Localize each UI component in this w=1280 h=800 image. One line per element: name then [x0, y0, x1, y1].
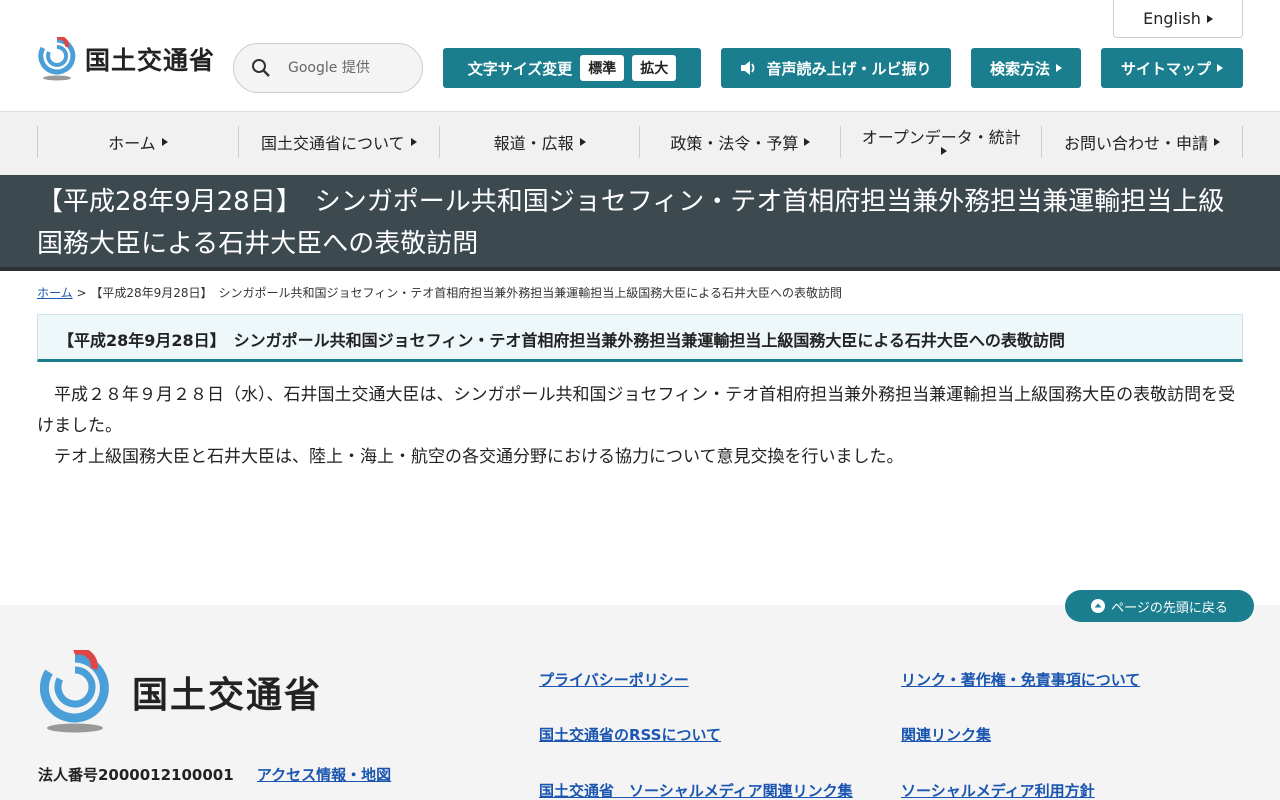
nav-item-opendata[interactable]: オープンデータ・統計 — [840, 126, 1041, 158]
page-title: 【平成28年9月28日】 シンガポール共和国ジョセフィン・テオ首相府担当兼外務担… — [37, 187, 1225, 259]
arrow-right-icon — [161, 138, 168, 146]
font-size-control: 文字サイズ変更 標準 拡大 — [443, 48, 701, 88]
arrow-right-icon — [1056, 64, 1062, 72]
footer-logo-text: 国土交通省 — [132, 675, 323, 716]
nav-item-home[interactable]: ホーム — [37, 126, 238, 158]
speaker-icon — [741, 61, 755, 75]
search-icon[interactable] — [234, 43, 288, 93]
footer-link-related[interactable]: 関連リンク集 — [901, 724, 991, 745]
nav-item-about[interactable]: 国土交通省について — [237, 126, 439, 158]
nav-item-label: 報道・広報 — [493, 134, 574, 153]
footer-link-social-links[interactable]: 国土交通省 ソーシャルメディア関連リンク集 — [539, 780, 853, 800]
nav-item-label: 国土交通省について — [260, 134, 405, 153]
page-top-label: ページの先頭に戻る — [1111, 600, 1228, 616]
mlit-logo-icon — [38, 37, 76, 81]
article-paragraph: 平成２８年９月２８日（水）、石井国土交通大臣は、シンガポール共和国ジョセフィン・… — [37, 385, 1236, 436]
english-link[interactable]: English — [1113, 0, 1243, 38]
breadcrumb-separator: > — [76, 286, 87, 300]
nav-item-label: オープンデータ・統計 — [861, 128, 1021, 147]
nav-item-label: 政策・法令・予算 — [670, 134, 799, 153]
arrow-right-icon — [941, 147, 948, 155]
search-input[interactable] — [288, 60, 408, 76]
article-heading: 【平成28年9月28日】 シンガポール共和国ジョセフィン・テオ首相府担当兼外務担… — [58, 331, 1065, 350]
page-top-button[interactable]: ページの先頭に戻る — [1065, 590, 1254, 622]
font-size-standard-button[interactable]: 標準 — [580, 55, 625, 81]
font-size-large-button[interactable]: 拡大 — [632, 55, 677, 81]
breadcrumb: ホーム > 【平成28年9月28日】 シンガポール共和国ジョセフィン・テオ首相府… — [37, 284, 842, 301]
arrow-up-circle-icon — [1091, 599, 1106, 613]
arrow-right-icon — [579, 138, 586, 146]
breadcrumb-home-link[interactable]: ホーム — [37, 286, 73, 300]
english-label: English — [1143, 9, 1201, 28]
nav-item-label: ホーム — [108, 134, 156, 153]
nav-item-policy[interactable]: 政策・法令・予算 — [639, 126, 840, 158]
search-method-label: 検索方法 — [989, 59, 1050, 78]
site-search — [233, 43, 423, 93]
footer-link-copyright[interactable]: リンク・著作権・免責事項について — [901, 669, 1140, 690]
corporate-info: 法人番号2000012100001 アクセス情報・地図 — [38, 764, 391, 785]
breadcrumb-current: 【平成28年9月28日】 シンガポール共和国ジョセフィン・テオ首相府担当兼外務担… — [90, 286, 842, 300]
search-method-button[interactable]: 検索方法 — [971, 48, 1081, 88]
article-paragraph: テオ上級国務大臣と石井大臣は、陸上・海上・航空の各交通分野における協力について意… — [54, 447, 904, 467]
footer-link-rss[interactable]: 国土交通省のRSSについて — [539, 724, 721, 745]
voice-ruby-button[interactable]: 音声読み上げ・ルビ振り — [721, 48, 951, 88]
nav-item-label: お問い合わせ・申請 — [1064, 134, 1209, 153]
arrow-right-icon — [1214, 138, 1221, 146]
sitemap-button[interactable]: サイトマップ — [1101, 48, 1243, 88]
site-logo[interactable]: 国土交通省 — [37, 37, 215, 81]
page-title-band: 【平成28年9月28日】 シンガポール共和国ジョセフィン・テオ首相府担当兼外務担… — [0, 175, 1280, 271]
nav-item-contact[interactable]: お問い合わせ・申請 — [1041, 126, 1243, 158]
site-header: 国土交通省 English 文字サイズ変更 標準 拡大 音声読み上げ・ルビ振り … — [0, 0, 1280, 112]
font-size-label: 文字サイズ変更 — [467, 59, 573, 78]
access-map-link[interactable]: アクセス情報・地図 — [257, 766, 391, 784]
arrow-right-icon — [804, 138, 811, 146]
footer-link-social-policy[interactable]: ソーシャルメディア利用方針 — [901, 780, 1095, 800]
arrow-right-icon — [1217, 64, 1223, 72]
arrow-right-icon — [1206, 14, 1213, 23]
article-heading-box: 【平成28年9月28日】 シンガポール共和国ジョセフィン・テオ首相府担当兼外務担… — [37, 314, 1243, 362]
sitemap-label: サイトマップ — [1120, 59, 1211, 78]
logo-text: 国土交通省 — [85, 46, 216, 75]
global-nav: ホーム 国土交通省について 報道・広報 政策・法令・予算 オープンデータ・統計 … — [0, 112, 1280, 175]
corporate-number: 法人番号2000012100001 — [38, 766, 234, 784]
nav-item-press[interactable]: 報道・広報 — [438, 126, 640, 158]
footer-logo[interactable]: 国土交通省 — [38, 650, 322, 734]
mlit-logo-icon — [39, 650, 109, 733]
voice-ruby-label: 音声読み上げ・ルビ振り — [766, 59, 932, 78]
arrow-right-icon — [410, 138, 417, 146]
article-body: 平成２８年９月２８日（水）、石井国土交通大臣は、シンガポール共和国ジョセフィン・… — [37, 380, 1247, 473]
footer-link-privacy[interactable]: プライバシーポリシー — [539, 669, 689, 690]
